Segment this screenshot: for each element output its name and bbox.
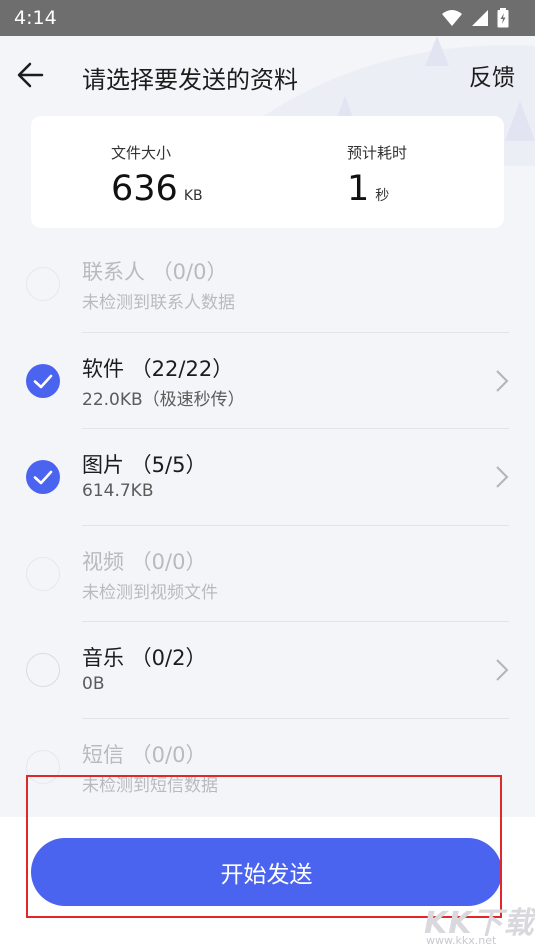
chevron-right-icon[interactable]: [495, 658, 509, 682]
item-detail: 未检测到视频文件: [82, 582, 218, 603]
list-item-sms: 短信 （0/0） 未检测到短信数据: [0, 719, 535, 816]
item-detail: 0B: [82, 674, 105, 694]
item-name: 视频 （0/0）: [82, 549, 207, 574]
item-name: 音乐 （0/2）: [82, 646, 207, 670]
checkbox-icon[interactable]: [26, 460, 60, 495]
estimated-time-value: 1: [347, 169, 370, 209]
summary-card: 文件大小 636 KB 预计耗时 1 秒: [31, 116, 504, 228]
checkbox-icon: [26, 556, 60, 591]
file-size-unit: KB: [183, 188, 203, 204]
item-detail: 614.7KB: [82, 481, 154, 501]
status-time: 4:14: [14, 7, 57, 29]
item-name: 图片 （5/5）: [82, 453, 207, 477]
item-name: 短信 （0/0）: [82, 742, 207, 767]
checkbox-icon[interactable]: [26, 363, 60, 398]
list-item-music[interactable]: 音乐 （0/2） 0B: [0, 622, 535, 719]
item-name: 软件 （22/22）: [82, 356, 234, 381]
chevron-right-icon[interactable]: [495, 369, 509, 393]
battery-icon: [497, 8, 509, 28]
chevron-right-icon[interactable]: [495, 465, 509, 489]
status-icons: [441, 8, 509, 28]
signal-icon: [472, 10, 488, 26]
list-item-videos: 视频 （0/0） 未检测到视频文件: [0, 526, 535, 622]
start-send-button[interactable]: 开始发送: [31, 838, 502, 906]
checkbox-icon[interactable]: [26, 653, 60, 688]
wifi-icon: [442, 10, 462, 26]
checkbox-icon: [26, 267, 60, 302]
estimated-time-summary: 预计耗时 1 秒: [347, 142, 407, 209]
file-size-summary: 文件大小 636 KB: [111, 142, 203, 209]
item-detail: 未检测到短信数据: [82, 775, 218, 796]
watermark-url: www.kkx.net: [426, 934, 497, 947]
estimated-time-label: 预计耗时: [347, 144, 408, 162]
file-size-label: 文件大小: [111, 144, 172, 162]
list-item-contacts: 联系人 （0/0） 未检测到联系人数据: [0, 236, 535, 333]
watermark: KK下载 www.kkx.net: [418, 898, 535, 951]
list-item-photos[interactable]: 图片 （5/5） 614.7KB: [0, 429, 535, 526]
data-type-list: 联系人 （0/0） 未检测到联系人数据 软件 （22/22） 22.0KB（极速…: [0, 236, 535, 815]
status-bar: 4:14: [0, 0, 535, 36]
item-detail: 未检测到联系人数据: [82, 293, 235, 313]
list-item-apps[interactable]: 软件 （22/22） 22.0KB（极速秒传）: [0, 333, 535, 429]
back-arrow-icon[interactable]: [14, 58, 48, 92]
file-size-value: 636: [111, 169, 178, 209]
header: 请选择要发送的资料 反馈: [0, 36, 535, 114]
item-detail: 22.0KB（极速秒传）: [82, 389, 245, 410]
checkbox-icon: [26, 749, 60, 784]
item-name: 联系人 （0/0）: [82, 260, 228, 284]
feedback-button[interactable]: 反馈: [469, 58, 515, 92]
page-title: 请选择要发送的资料: [82, 66, 298, 94]
estimated-time-unit: 秒: [375, 188, 390, 204]
